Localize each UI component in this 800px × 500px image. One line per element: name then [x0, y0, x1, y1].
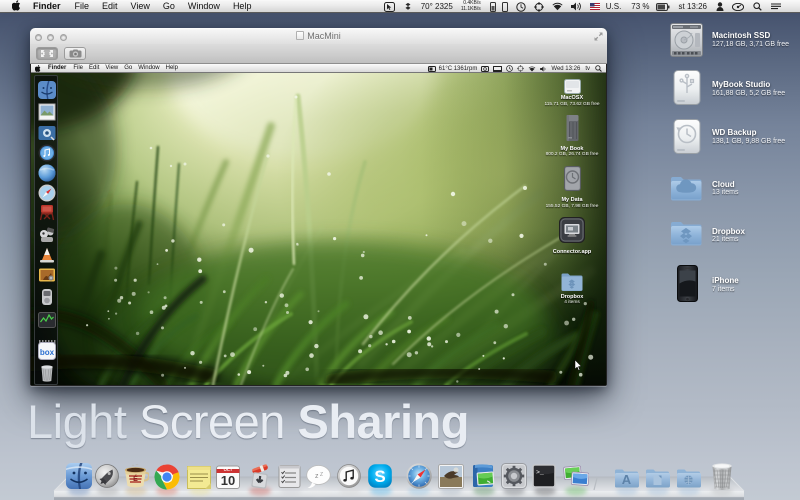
svg-text:10: 10	[221, 473, 235, 488]
svg-text:S: S	[374, 467, 385, 486]
svg-text:z: z	[315, 473, 319, 480]
svg-text:box: box	[40, 348, 55, 357]
svg-text:É: É	[133, 474, 138, 483]
svg-text:>_: >_	[536, 469, 544, 476]
svg-text:A: A	[622, 472, 632, 487]
svg-text:OCT: OCT	[224, 467, 233, 472]
svg-text:Z: Z	[320, 472, 323, 478]
